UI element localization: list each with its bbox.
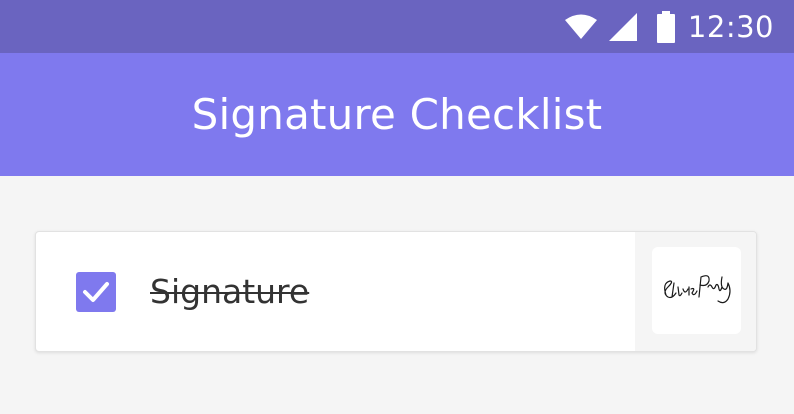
status-clock: 12:30 bbox=[687, 9, 774, 44]
checklist-item[interactable]: Signature bbox=[35, 231, 757, 352]
battery-icon bbox=[656, 10, 676, 43]
checkmark-icon bbox=[83, 282, 109, 302]
signature-image bbox=[664, 275, 731, 304]
page-title: Signature Checklist bbox=[191, 90, 603, 139]
cellular-signal-icon bbox=[608, 12, 638, 42]
thumbnail-panel bbox=[635, 232, 756, 351]
status-bar: 12:30 bbox=[0, 0, 794, 53]
app-bar: Signature Checklist bbox=[0, 53, 794, 176]
item-checkbox[interactable] bbox=[76, 272, 116, 312]
item-label: Signature bbox=[150, 272, 310, 311]
wifi-icon bbox=[564, 14, 598, 40]
status-icons: 12:30 bbox=[564, 0, 774, 53]
signature-thumbnail[interactable] bbox=[652, 247, 741, 334]
